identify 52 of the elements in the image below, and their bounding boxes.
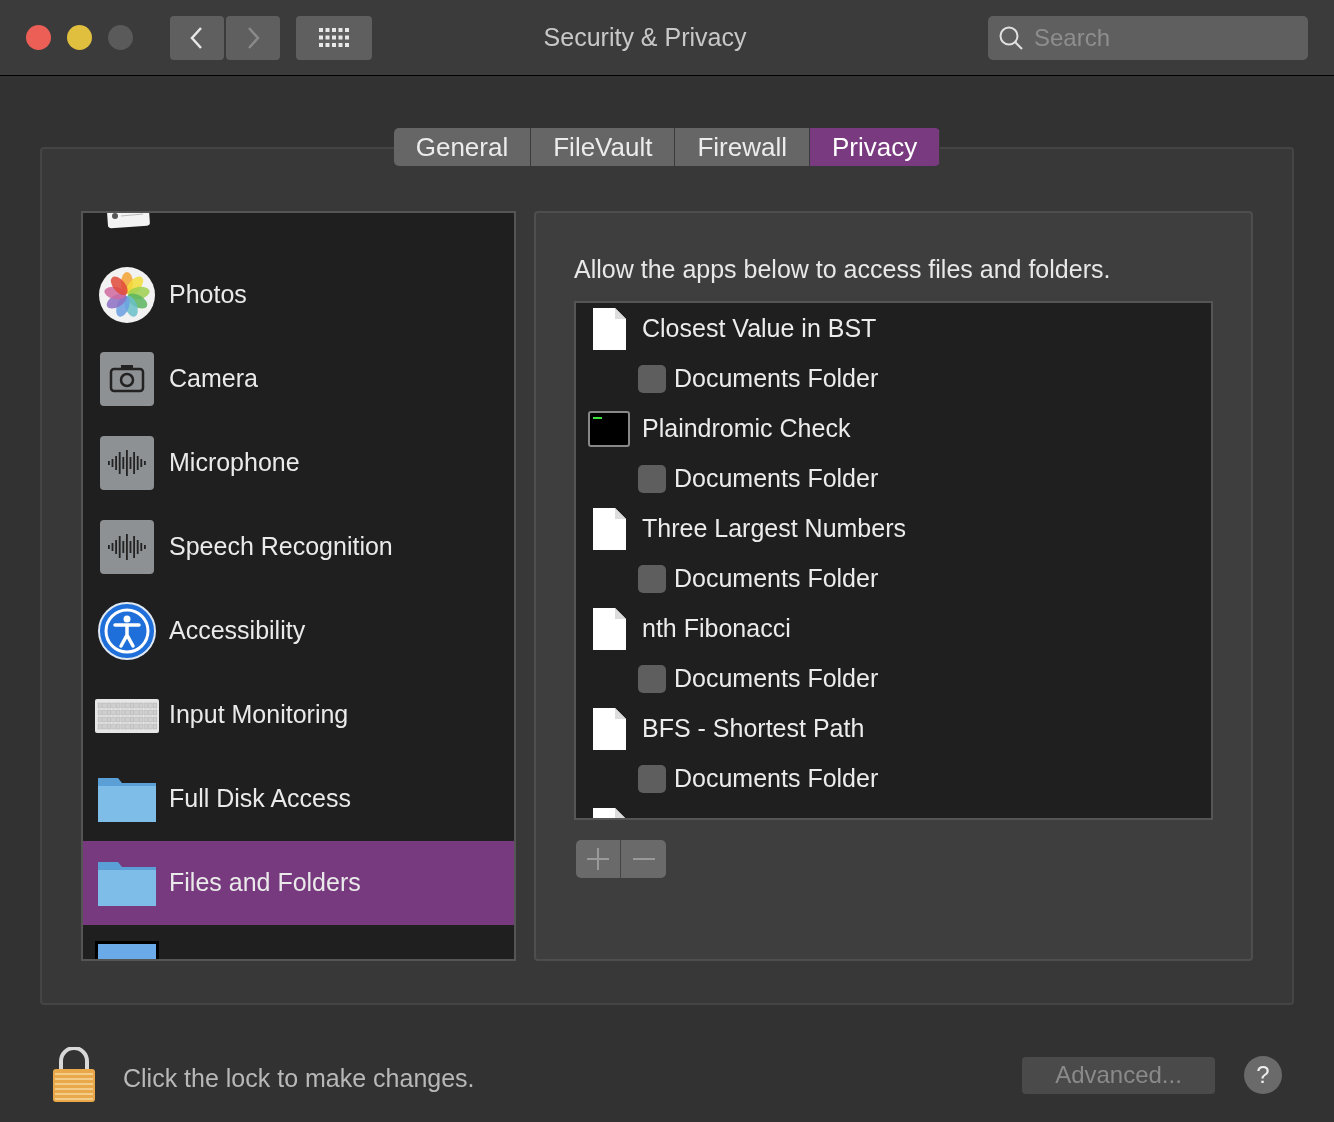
document-icon [591, 607, 627, 651]
checkbox[interactable] [638, 565, 666, 593]
waveform-icon [99, 519, 155, 575]
app-name: Three Largest Numbers [642, 513, 906, 545]
sidebar-item[interactable]: Speech Recognition [83, 505, 514, 589]
terminal-icon [588, 411, 630, 447]
back-button[interactable] [170, 15, 224, 60]
window-title: Security & Privacy [543, 21, 747, 53]
sidebar-item[interactable]: Accessibility [83, 589, 514, 673]
camera-icon [99, 351, 155, 407]
lock-message: Click the lock to make changes. [123, 1063, 475, 1095]
lock-icon[interactable] [52, 1047, 96, 1103]
document-icon [591, 307, 627, 351]
minus-icon [632, 857, 655, 861]
folder-label: Documents Folder [674, 763, 879, 795]
folder-label: Documents Folder [674, 363, 879, 395]
app-name: Plaindromic Check [642, 413, 851, 445]
plus-icon [587, 848, 609, 870]
chevron-left-icon [189, 25, 205, 50]
search-icon [998, 24, 1024, 51]
sidebar-item[interactable]: Full Disk Access [83, 757, 514, 841]
folder-label: Documents Folder [674, 463, 879, 495]
document-icon [591, 707, 627, 751]
checkbox[interactable] [638, 765, 666, 793]
folder-label: Documents Folder [674, 663, 879, 695]
app-name: BFS - Shortest Path [642, 713, 865, 745]
tab[interactable]: FileVault [531, 128, 676, 166]
checkbox[interactable] [638, 665, 666, 693]
description: Allow the apps below to access files and folders. [574, 254, 1112, 285]
sidebar-item[interactable]: Input Monitoring [83, 673, 514, 757]
sidebar-item[interactable]: Files and Folders [83, 841, 514, 925]
minimize-icon[interactable] [67, 25, 92, 50]
chevron-right-icon [245, 25, 261, 50]
accessibility-icon [98, 602, 156, 660]
sidebar-item[interactable]: Photos [83, 253, 514, 337]
app-name: Closest Value in BST [642, 313, 877, 345]
sidebar-item[interactable]: Camera [83, 337, 514, 421]
checkbox[interactable] [638, 365, 666, 393]
folder-label: Documents Folder [674, 563, 879, 595]
tab[interactable]: Firewall [675, 128, 811, 166]
flower-icon [98, 266, 156, 324]
tab[interactable]: Privacy [810, 128, 941, 166]
checkbox[interactable] [638, 465, 666, 493]
close-icon[interactable] [26, 25, 51, 50]
help-button[interactable]: ? [1244, 1056, 1282, 1094]
sidebar-item[interactable]: Microphone [83, 421, 514, 505]
document-icon [591, 507, 627, 551]
app-name: nth Fibonacci [642, 613, 791, 645]
grid-button[interactable] [296, 15, 372, 60]
waveform-icon [99, 435, 155, 491]
grid-icon [319, 27, 349, 48]
tab[interactable]: General [393, 128, 532, 166]
